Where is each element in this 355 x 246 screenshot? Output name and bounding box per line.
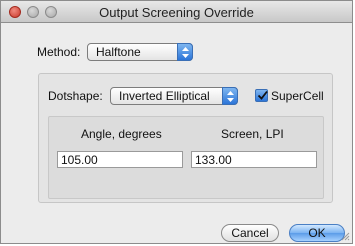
angle-value: 105.00 <box>61 153 98 167</box>
ok-button[interactable]: OK <box>289 224 345 242</box>
cancel-button[interactable]: Cancel <box>221 224 279 242</box>
updown-arrows-icon <box>177 43 193 61</box>
angle-label: Angle, degrees <box>81 127 162 141</box>
supercell-label: SuperCell <box>271 89 324 103</box>
method-label: Method: <box>37 45 81 59</box>
resize-grip-icon[interactable] <box>340 231 350 241</box>
screen-input[interactable]: 133.00 <box>191 151 317 168</box>
dialog-window: Output Screening Override Method: Halfto… <box>0 0 353 244</box>
checkmark-icon <box>257 90 268 100</box>
window-title: Output Screening Override <box>99 5 254 20</box>
dotshape-label: Dotshape: <box>48 89 103 103</box>
dotshape-value: Inverted Elliptical <box>119 89 210 103</box>
screen-value: 133.00 <box>195 153 232 167</box>
angle-screen-box: Angle, degrees Screen, LPI 105.00 133.00 <box>48 116 324 199</box>
screening-settings-group: Dotshape: Inverted Elliptical SuperCell … <box>38 73 333 203</box>
title-bar[interactable]: Output Screening Override <box>1 1 352 23</box>
screen-label: Screen, LPI <box>221 127 284 141</box>
updown-arrows-icon <box>222 87 238 105</box>
method-popup[interactable]: Halftone <box>87 43 193 61</box>
angle-input[interactable]: 105.00 <box>57 151 183 168</box>
dotshape-popup[interactable]: Inverted Elliptical <box>110 87 238 105</box>
method-value: Halftone <box>96 45 141 59</box>
supercell-checkbox[interactable] <box>255 89 268 102</box>
